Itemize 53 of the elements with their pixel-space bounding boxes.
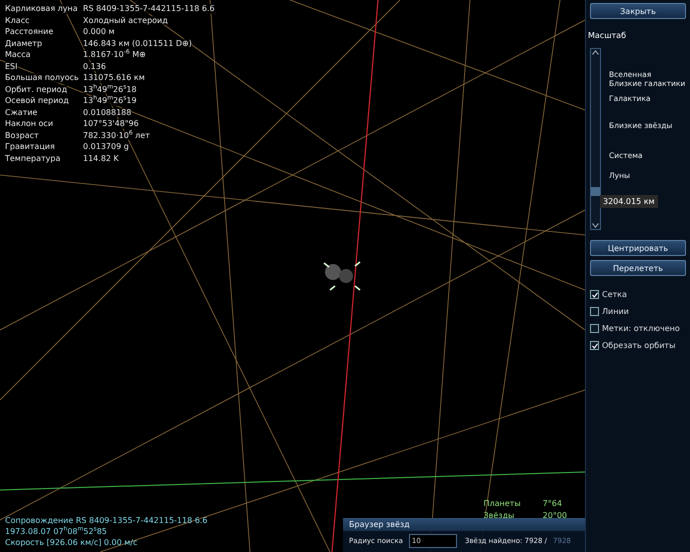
option-label[interactable]: Сетка — [602, 290, 627, 299]
property-value: 131075.616 км — [83, 73, 145, 83]
center-button[interactable]: Центрировать — [590, 240, 686, 256]
property-value: 13$^{h}$49$^{m}$26$^{s}$18 — [83, 84, 137, 94]
property-label: Гравитация — [5, 142, 55, 152]
scale-slider-track[interactable] — [590, 48, 601, 230]
property-value: 0.01088188 — [83, 108, 132, 118]
close-button[interactable]: Закрыть — [590, 3, 686, 19]
property-label: Сжатие — [5, 108, 38, 118]
timing-value: 20°00 — [542, 510, 567, 522]
property-label: Возраст — [5, 130, 39, 140]
checkbox[interactable] — [590, 290, 599, 299]
checkbox[interactable] — [590, 341, 599, 350]
fly-to-button[interactable]: Перелететь — [590, 260, 686, 276]
property-label: Большая полуось — [5, 73, 79, 83]
status-line: Сопровождение RS 8409-1355-7-442115-118 6.6 — [5, 515, 208, 526]
scale-slider-thumb[interactable] — [591, 187, 600, 196]
property-value: 1.8167·10$^{-6}$ M⊕ — [83, 50, 146, 60]
option-label[interactable]: Обрезать орбиты — [602, 341, 676, 350]
object-type-label: Карликовая луна — [5, 4, 78, 14]
property-label: Осевой период — [5, 96, 69, 106]
property-value: 146.843 км (0.011511 D⊕) — [83, 38, 192, 48]
timing-label: Звёзды — [483, 510, 516, 522]
timing-value: 7°64 — [542, 498, 563, 510]
property-value: 0.000 м — [83, 27, 114, 37]
scale-tooltip: 3204.015 км — [600, 195, 658, 208]
property-value: Холодный астероид — [83, 16, 168, 26]
property-label: Расстояние — [5, 27, 54, 37]
checkbox[interactable] — [590, 307, 599, 316]
property-label: Наклон оси — [5, 119, 54, 129]
property-value: 114.82 K — [83, 154, 119, 164]
property-label: Класс — [5, 16, 30, 26]
property-value: 782.330·10$^{6}$ лет — [83, 130, 150, 140]
property-value: 0.013709 g — [83, 142, 129, 152]
property-label: ESI — [5, 62, 18, 72]
property-label: Температура — [5, 154, 60, 164]
checkmark-icon — [592, 292, 598, 298]
status-line: Скорость [926.06 км/с] 0.00 м/с — [5, 537, 138, 548]
checkbox[interactable] — [590, 324, 599, 333]
property-value: 107°53'48"96 — [83, 119, 139, 129]
checkmark-icon — [592, 342, 598, 348]
property-value: 0.136 — [83, 62, 106, 72]
property-label: Масса — [5, 50, 31, 60]
property-label: Орбит. период — [5, 84, 68, 94]
property-value: 13$^{h}$49$^{m}$26$^{s}$19 — [83, 96, 137, 106]
status-line: 1973.08.07 07$^{h}$08$^{m}$52$^{s}$85 — [5, 526, 108, 537]
object-name: RS 8409-1355-7-442115-118 6.6 — [83, 4, 215, 14]
timing-label: Планеты — [483, 498, 521, 510]
option-label[interactable]: Метки: отключено — [602, 324, 680, 333]
option-label[interactable]: Линии — [602, 307, 629, 316]
scale-title: Масштаб — [588, 31, 628, 40]
star-browser-title: Браузер звёзд — [343, 519, 585, 531]
property-label: Диаметр — [5, 38, 42, 48]
